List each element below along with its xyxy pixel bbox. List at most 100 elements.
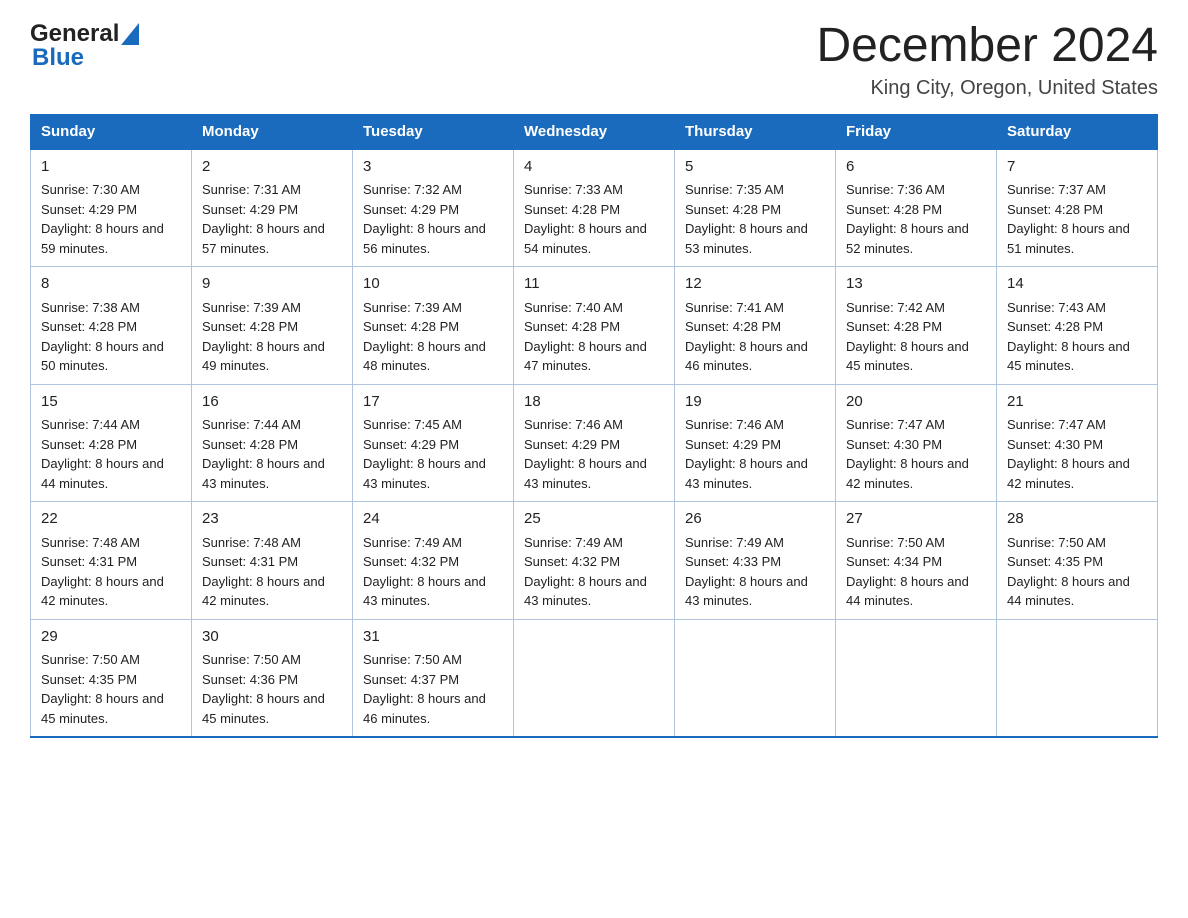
calendar-cell: 7Sunrise: 7:37 AMSunset: 4:28 PMDaylight…	[997, 149, 1158, 267]
day-number: 29	[41, 626, 181, 649]
day-number: 3	[363, 156, 503, 179]
day-info: Sunrise: 7:42 AMSunset: 4:28 PMDaylight:…	[846, 298, 986, 376]
day-number: 28	[1007, 508, 1147, 531]
day-info: Sunrise: 7:46 AMSunset: 4:29 PMDaylight:…	[524, 415, 664, 493]
day-info: Sunrise: 7:45 AMSunset: 4:29 PMDaylight:…	[363, 415, 503, 493]
day-info: Sunrise: 7:32 AMSunset: 4:29 PMDaylight:…	[363, 180, 503, 258]
calendar-week-4: 22Sunrise: 7:48 AMSunset: 4:31 PMDayligh…	[31, 502, 1158, 620]
day-info: Sunrise: 7:39 AMSunset: 4:28 PMDaylight:…	[363, 298, 503, 376]
calendar-cell: 14Sunrise: 7:43 AMSunset: 4:28 PMDayligh…	[997, 267, 1158, 385]
calendar-cell: 6Sunrise: 7:36 AMSunset: 4:28 PMDaylight…	[836, 149, 997, 267]
day-info: Sunrise: 7:36 AMSunset: 4:28 PMDaylight:…	[846, 180, 986, 258]
calendar-cell: 3Sunrise: 7:32 AMSunset: 4:29 PMDaylight…	[353, 149, 514, 267]
calendar-cell: 2Sunrise: 7:31 AMSunset: 4:29 PMDaylight…	[192, 149, 353, 267]
calendar-cell: 9Sunrise: 7:39 AMSunset: 4:28 PMDaylight…	[192, 267, 353, 385]
calendar-cell: 27Sunrise: 7:50 AMSunset: 4:34 PMDayligh…	[836, 502, 997, 620]
calendar-cell: 19Sunrise: 7:46 AMSunset: 4:29 PMDayligh…	[675, 384, 836, 502]
calendar-cell: 17Sunrise: 7:45 AMSunset: 4:29 PMDayligh…	[353, 384, 514, 502]
day-number: 10	[363, 273, 503, 296]
day-number: 14	[1007, 273, 1147, 296]
day-number: 24	[363, 508, 503, 531]
day-info: Sunrise: 7:50 AMSunset: 4:35 PMDaylight:…	[41, 650, 181, 728]
day-info: Sunrise: 7:37 AMSunset: 4:28 PMDaylight:…	[1007, 180, 1147, 258]
calendar-week-5: 29Sunrise: 7:50 AMSunset: 4:35 PMDayligh…	[31, 619, 1158, 737]
day-number: 26	[685, 508, 825, 531]
day-info: Sunrise: 7:50 AMSunset: 4:37 PMDaylight:…	[363, 650, 503, 728]
day-info: Sunrise: 7:30 AMSunset: 4:29 PMDaylight:…	[41, 180, 181, 258]
calendar-cell: 30Sunrise: 7:50 AMSunset: 4:36 PMDayligh…	[192, 619, 353, 737]
day-number: 11	[524, 273, 664, 296]
calendar-cell	[675, 619, 836, 737]
calendar-cell: 22Sunrise: 7:48 AMSunset: 4:31 PMDayligh…	[31, 502, 192, 620]
day-info: Sunrise: 7:44 AMSunset: 4:28 PMDaylight:…	[41, 415, 181, 493]
day-info: Sunrise: 7:50 AMSunset: 4:34 PMDaylight:…	[846, 533, 986, 611]
calendar-title: December 2024	[816, 20, 1158, 73]
calendar-cell	[997, 619, 1158, 737]
calendar-week-3: 15Sunrise: 7:44 AMSunset: 4:28 PMDayligh…	[31, 384, 1158, 502]
weekday-header-friday: Friday	[836, 114, 997, 149]
calendar-cell: 15Sunrise: 7:44 AMSunset: 4:28 PMDayligh…	[31, 384, 192, 502]
calendar-cell	[514, 619, 675, 737]
day-number: 27	[846, 508, 986, 531]
day-number: 20	[846, 391, 986, 414]
day-number: 21	[1007, 391, 1147, 414]
day-info: Sunrise: 7:44 AMSunset: 4:28 PMDaylight:…	[202, 415, 342, 493]
calendar-cell: 5Sunrise: 7:35 AMSunset: 4:28 PMDaylight…	[675, 149, 836, 267]
calendar-cell: 25Sunrise: 7:49 AMSunset: 4:32 PMDayligh…	[514, 502, 675, 620]
weekday-header-wednesday: Wednesday	[514, 114, 675, 149]
calendar-cell: 20Sunrise: 7:47 AMSunset: 4:30 PMDayligh…	[836, 384, 997, 502]
logo-blue-text: Blue	[32, 44, 84, 72]
day-info: Sunrise: 7:40 AMSunset: 4:28 PMDaylight:…	[524, 298, 664, 376]
day-number: 17	[363, 391, 503, 414]
weekday-header-tuesday: Tuesday	[353, 114, 514, 149]
day-number: 1	[41, 156, 181, 179]
calendar-week-2: 8Sunrise: 7:38 AMSunset: 4:28 PMDaylight…	[31, 267, 1158, 385]
day-number: 9	[202, 273, 342, 296]
calendar-cell: 1Sunrise: 7:30 AMSunset: 4:29 PMDaylight…	[31, 149, 192, 267]
day-number: 22	[41, 508, 181, 531]
day-info: Sunrise: 7:47 AMSunset: 4:30 PMDaylight:…	[1007, 415, 1147, 493]
day-number: 12	[685, 273, 825, 296]
calendar-cell: 13Sunrise: 7:42 AMSunset: 4:28 PMDayligh…	[836, 267, 997, 385]
calendar-cell: 26Sunrise: 7:49 AMSunset: 4:33 PMDayligh…	[675, 502, 836, 620]
day-number: 5	[685, 156, 825, 179]
day-number: 19	[685, 391, 825, 414]
day-info: Sunrise: 7:35 AMSunset: 4:28 PMDaylight:…	[685, 180, 825, 258]
day-number: 18	[524, 391, 664, 414]
weekday-header-thursday: Thursday	[675, 114, 836, 149]
day-number: 16	[202, 391, 342, 414]
day-info: Sunrise: 7:50 AMSunset: 4:36 PMDaylight:…	[202, 650, 342, 728]
calendar-cell: 10Sunrise: 7:39 AMSunset: 4:28 PMDayligh…	[353, 267, 514, 385]
calendar-cell: 18Sunrise: 7:46 AMSunset: 4:29 PMDayligh…	[514, 384, 675, 502]
calendar-week-1: 1Sunrise: 7:30 AMSunset: 4:29 PMDaylight…	[31, 149, 1158, 267]
day-number: 30	[202, 626, 342, 649]
calendar-cell: 8Sunrise: 7:38 AMSunset: 4:28 PMDaylight…	[31, 267, 192, 385]
day-number: 31	[363, 626, 503, 649]
day-info: Sunrise: 7:43 AMSunset: 4:28 PMDaylight:…	[1007, 298, 1147, 376]
day-number: 7	[1007, 156, 1147, 179]
calendar-cell: 24Sunrise: 7:49 AMSunset: 4:32 PMDayligh…	[353, 502, 514, 620]
day-info: Sunrise: 7:49 AMSunset: 4:32 PMDaylight:…	[363, 533, 503, 611]
day-number: 15	[41, 391, 181, 414]
calendar-cell: 16Sunrise: 7:44 AMSunset: 4:28 PMDayligh…	[192, 384, 353, 502]
calendar-cell: 29Sunrise: 7:50 AMSunset: 4:35 PMDayligh…	[31, 619, 192, 737]
day-number: 8	[41, 273, 181, 296]
calendar-body: 1Sunrise: 7:30 AMSunset: 4:29 PMDaylight…	[31, 149, 1158, 738]
calendar-cell: 11Sunrise: 7:40 AMSunset: 4:28 PMDayligh…	[514, 267, 675, 385]
calendar-subtitle: King City, Oregon, United States	[816, 77, 1158, 100]
day-info: Sunrise: 7:49 AMSunset: 4:33 PMDaylight:…	[685, 533, 825, 611]
day-info: Sunrise: 7:41 AMSunset: 4:28 PMDaylight:…	[685, 298, 825, 376]
weekday-header-sunday: Sunday	[31, 114, 192, 149]
calendar-cell: 21Sunrise: 7:47 AMSunset: 4:30 PMDayligh…	[997, 384, 1158, 502]
calendar-title-block: December 2024 King City, Oregon, United …	[816, 20, 1158, 100]
weekday-header-monday: Monday	[192, 114, 353, 149]
day-number: 23	[202, 508, 342, 531]
calendar-cell	[836, 619, 997, 737]
calendar-cell: 31Sunrise: 7:50 AMSunset: 4:37 PMDayligh…	[353, 619, 514, 737]
day-number: 2	[202, 156, 342, 179]
day-number: 6	[846, 156, 986, 179]
day-info: Sunrise: 7:38 AMSunset: 4:28 PMDaylight:…	[41, 298, 181, 376]
calendar-table: SundayMondayTuesdayWednesdayThursdayFrid…	[30, 114, 1158, 739]
day-info: Sunrise: 7:47 AMSunset: 4:30 PMDaylight:…	[846, 415, 986, 493]
weekday-header-saturday: Saturday	[997, 114, 1158, 149]
